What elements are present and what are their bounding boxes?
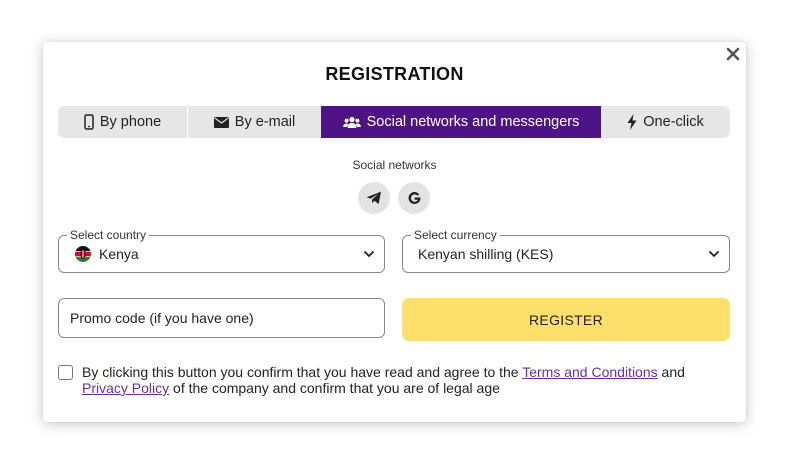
promo-code-input[interactable] (58, 298, 385, 338)
google-icon (408, 191, 420, 204)
agreement-text-before: By clicking this button you confirm that… (82, 364, 519, 380)
tab-label: By e-mail (234, 114, 296, 130)
users-icon (342, 116, 361, 128)
tab-social-networks[interactable]: Social networks and messengers (321, 106, 601, 138)
lightning-icon (627, 114, 637, 130)
agreement-row: By clicking this button you confirm that… (58, 364, 730, 396)
tab-by-email[interactable]: By e-mail (187, 106, 321, 138)
agreement-checkbox[interactable] (58, 365, 73, 380)
registration-modal: REGISTRATION By phone By e-mail Social n… (43, 42, 746, 422)
social-networks-label: Social networks (352, 158, 437, 172)
agreement-text-and: and (661, 364, 685, 380)
country-select-label: Select country (67, 228, 150, 242)
envelope-icon (213, 116, 229, 128)
phone-icon (84, 114, 94, 130)
kenya-flag-icon (75, 246, 91, 262)
tab-label: By phone (99, 114, 162, 130)
chevron-down-icon (709, 251, 719, 257)
close-icon (726, 47, 740, 61)
register-button[interactable]: REGISTER (402, 298, 730, 341)
tab-label: Social networks and messengers (366, 114, 580, 130)
currency-value: Kenyan shilling (KES) (418, 246, 554, 262)
telegram-icon (366, 191, 381, 204)
tab-by-phone[interactable]: By phone (58, 106, 187, 138)
chevron-down-icon (364, 251, 374, 257)
currency-select[interactable]: Select currency Kenyan shilling (KES) (402, 228, 730, 273)
modal-title: REGISTRATION (325, 64, 464, 84)
agreement-text: By clicking this button you confirm that… (82, 364, 730, 396)
close-button[interactable] (722, 43, 744, 65)
social-buttons (358, 182, 430, 214)
tab-label: One-click (643, 114, 704, 130)
agreement-text-after: of the company and confirm that you are … (173, 380, 500, 396)
terms-link[interactable]: Terms and Conditions (522, 364, 657, 380)
country-select[interactable]: Select country Kenya (58, 228, 385, 273)
telegram-button[interactable] (358, 182, 390, 214)
google-button[interactable] (398, 182, 430, 214)
registration-tabs: By phone By e-mail Social networks and m… (58, 106, 730, 138)
privacy-link[interactable]: Privacy Policy (82, 380, 169, 396)
country-value: Kenya (99, 246, 139, 262)
tab-one-click[interactable]: One-click (601, 106, 730, 138)
currency-select-label: Select currency (411, 228, 500, 242)
